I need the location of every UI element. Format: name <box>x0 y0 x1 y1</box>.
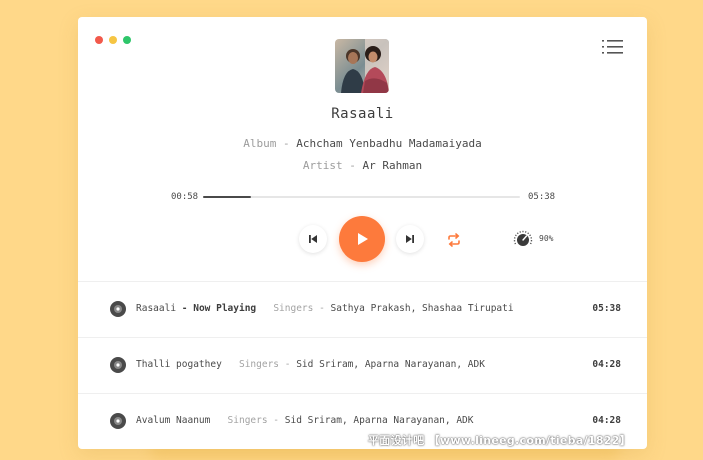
disc-icon <box>110 413 126 429</box>
track-info: Rasaali - Now Playing Singers - Sathya P… <box>136 303 514 314</box>
repeat-icon <box>448 233 460 247</box>
artist-line: Artist - Ar Rahman <box>78 159 647 172</box>
album-label: Album - <box>243 137 290 150</box>
volume-value: 90% <box>539 234 554 243</box>
track-info: Avalum Naanum Singers - Sid Sriram, Apar… <box>136 415 474 426</box>
maximize-window-dot[interactable] <box>123 36 131 44</box>
singers-label: Singers - <box>273 303 325 314</box>
progress-bar[interactable] <box>203 196 520 198</box>
disc-icon <box>110 301 126 317</box>
track-singers: Sid Sriram, Aparna Narayanan, ADK <box>284 415 474 426</box>
track-info: Thalli pogathey Singers - Sid Sriram, Ap… <box>136 359 485 370</box>
track-row[interactable]: Rasaali - Now Playing Singers - Sathya P… <box>78 282 647 337</box>
window-controls <box>95 36 131 44</box>
track-title: Thalli pogathey <box>136 359 222 370</box>
skip-previous-icon <box>309 235 317 243</box>
track-title: Rasaali <box>136 303 177 314</box>
singers-label: Singers - <box>238 359 291 370</box>
now-playing-badge: Now Playing <box>193 303 257 314</box>
artist-label: Artist - <box>302 159 356 172</box>
music-player-window: Rasaali Album - Achcham Yenbadhu Madamai… <box>78 17 647 449</box>
next-button[interactable] <box>396 225 424 253</box>
track-duration: 04:28 <box>592 359 621 370</box>
play-icon <box>358 233 368 245</box>
repeat-button[interactable] <box>445 232 463 247</box>
track-singers: Sathya Prakash, Shashaa Tirupati <box>330 303 514 314</box>
progress-fill <box>203 196 251 198</box>
play-button[interactable] <box>339 216 385 262</box>
close-window-dot[interactable] <box>95 36 103 44</box>
track-title: Avalum Naanum <box>136 415 211 426</box>
minimize-window-dot[interactable] <box>109 36 117 44</box>
current-time: 00:58 <box>171 192 199 202</box>
disc-icon <box>110 357 126 373</box>
track-singers: Sid Sriram, Aparna Narayanan, ADK <box>296 359 485 370</box>
album-name[interactable]: Achcham Yenbadhu Madamaiyada <box>296 137 481 150</box>
watermark-text: 平面设计吧 【www.lineeg.com/tieba/1822】 <box>368 434 632 447</box>
track-row[interactable]: Thalli pogathey Singers - Sid Sriram, Ap… <box>78 338 647 393</box>
volume-knob-icon[interactable] <box>512 228 534 250</box>
list-menu-icon[interactable] <box>602 39 623 55</box>
song-title: Rasaali <box>331 106 394 122</box>
previous-button[interactable] <box>299 225 327 253</box>
album-cover-image <box>335 39 389 93</box>
skip-next-icon <box>406 235 414 243</box>
track-duration: 05:38 <box>592 303 621 314</box>
total-time: 05:38 <box>528 192 556 202</box>
album-line: Album - Achcham Yenbadhu Madamaiyada <box>78 137 647 150</box>
track-duration: 04:28 <box>592 415 621 426</box>
artist-name[interactable]: Ar Rahman <box>363 159 423 172</box>
singers-label: Singers - <box>227 415 280 426</box>
